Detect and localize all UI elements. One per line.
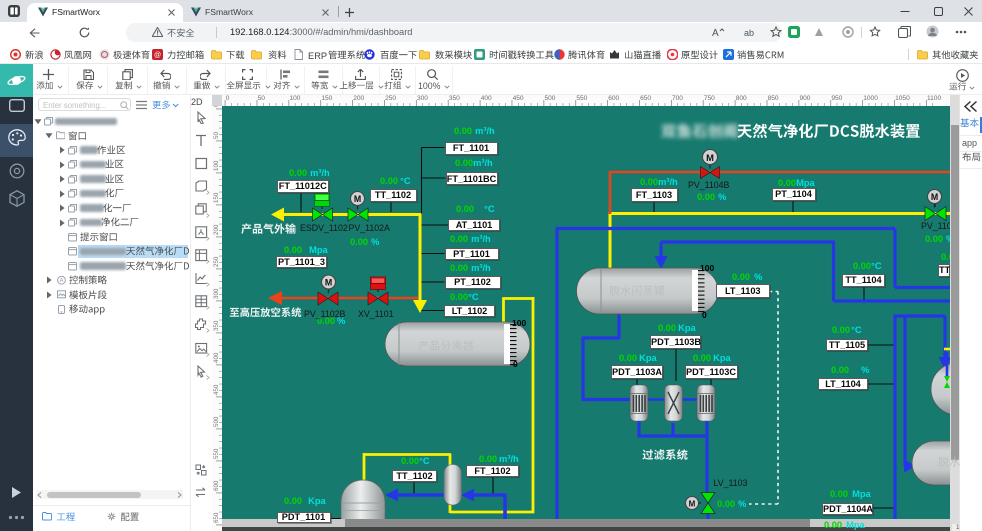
svg-text:950: 950 bbox=[831, 95, 842, 102]
svg-text:250: 250 bbox=[385, 95, 396, 102]
svg-text:1100: 1100 bbox=[927, 95, 942, 102]
svg-text:450: 450 bbox=[213, 384, 220, 395]
svg-text:650: 650 bbox=[640, 95, 651, 102]
svg-text:250: 250 bbox=[213, 256, 220, 267]
svg-text:50: 50 bbox=[258, 95, 266, 102]
svg-text:650: 650 bbox=[213, 512, 220, 523]
svg-text:150: 150 bbox=[321, 95, 332, 102]
svg-text:350: 350 bbox=[449, 95, 460, 102]
svg-text:100: 100 bbox=[289, 95, 300, 102]
svg-text:150: 150 bbox=[213, 192, 220, 203]
svg-text:A: A bbox=[60, 278, 64, 284]
svg-text:600: 600 bbox=[608, 95, 619, 102]
svg-text:900: 900 bbox=[799, 95, 810, 102]
svg-text:400: 400 bbox=[481, 95, 492, 102]
svg-text:1000: 1000 bbox=[863, 95, 878, 102]
svg-text:750: 750 bbox=[704, 95, 715, 102]
svg-text:200: 200 bbox=[353, 95, 364, 102]
svg-text:100: 100 bbox=[213, 160, 220, 171]
svg-text:700: 700 bbox=[672, 95, 683, 102]
svg-text:0: 0 bbox=[226, 95, 230, 102]
svg-text:50: 50 bbox=[213, 132, 220, 139]
svg-text:550: 550 bbox=[213, 448, 220, 459]
svg-text:@: @ bbox=[154, 52, 161, 59]
svg-text:M: M bbox=[931, 192, 938, 202]
svg-text:500: 500 bbox=[213, 416, 220, 427]
svg-text:300: 300 bbox=[417, 95, 428, 102]
svg-text:ab: ab bbox=[744, 28, 754, 38]
svg-text:400: 400 bbox=[213, 352, 220, 363]
svg-text:800: 800 bbox=[736, 95, 747, 102]
svg-text:A: A bbox=[712, 28, 719, 38]
svg-text:850: 850 bbox=[768, 95, 779, 102]
svg-text:550: 550 bbox=[576, 95, 587, 102]
svg-text:200: 200 bbox=[213, 224, 220, 235]
svg-text:M: M bbox=[706, 152, 714, 163]
svg-text:450: 450 bbox=[513, 95, 524, 102]
svg-text:350: 350 bbox=[213, 320, 220, 331]
svg-text:M: M bbox=[354, 194, 361, 204]
svg-text:1050: 1050 bbox=[895, 95, 910, 102]
svg-text:500: 500 bbox=[544, 95, 555, 102]
svg-text:M: M bbox=[689, 499, 696, 508]
svg-text:M: M bbox=[325, 278, 332, 288]
svg-text:600: 600 bbox=[213, 480, 220, 491]
svg-text:300: 300 bbox=[213, 288, 220, 299]
svg-text:0: 0 bbox=[213, 106, 220, 107]
